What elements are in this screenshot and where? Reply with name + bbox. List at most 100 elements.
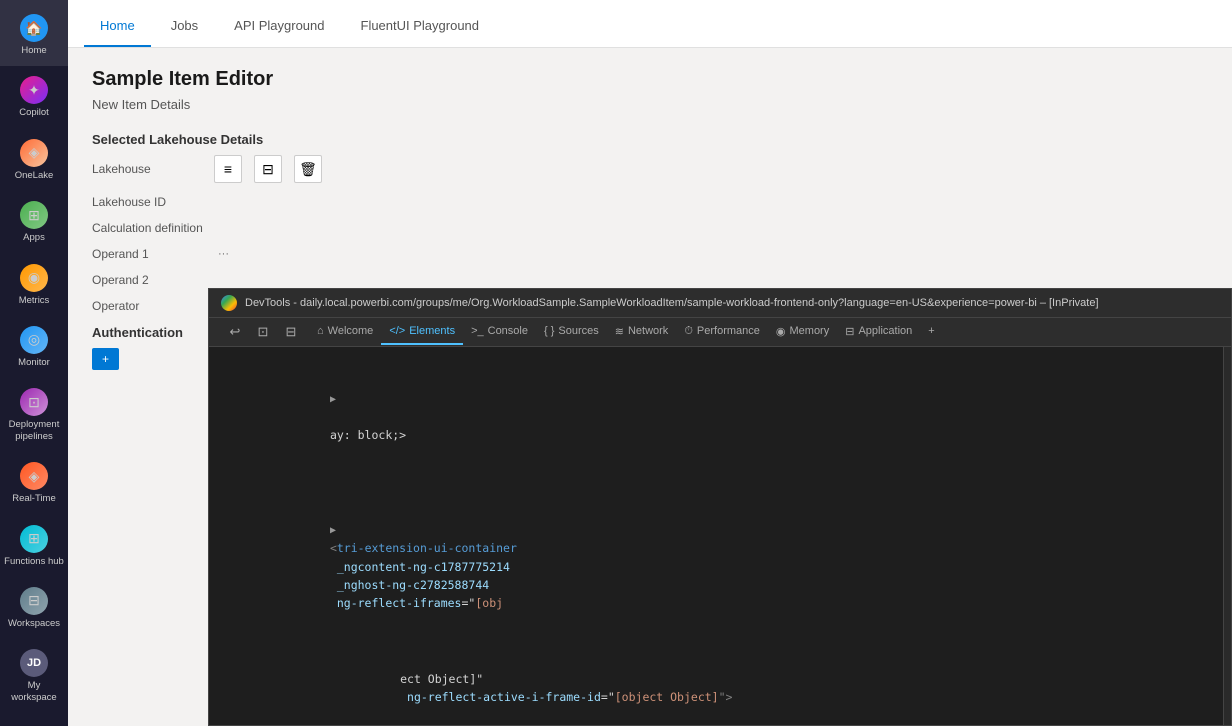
devtools-tab-performance[interactable]: ⏱ Performance bbox=[676, 319, 768, 346]
devtools-tabs-bar: ↩ ⊡ ⊟ ⌂ Welcome </> Elements >_ Console bbox=[209, 318, 1231, 347]
code-line-2: ▶ <tri-extension-ui-container _ngcontent… bbox=[209, 482, 1223, 650]
operand1-label: Operand 1 bbox=[92, 247, 202, 261]
lakehouse-id-row: Lakehouse ID bbox=[92, 195, 1208, 209]
lakehouse-label: Lakehouse bbox=[92, 162, 202, 176]
tab-api-playground[interactable]: API Playground bbox=[218, 6, 340, 47]
sidebar-item-realtime[interactable]: ◈ Real-Time bbox=[0, 452, 68, 514]
sidebar-item-deployment[interactable]: ⊡ Deployment pipelines bbox=[0, 378, 68, 452]
operand2-row: Operand 2 bbox=[92, 273, 1208, 287]
expand-arrow-1[interactable]: ▶ bbox=[330, 394, 336, 405]
sidebar-item-label-functions: Functions hub bbox=[4, 556, 64, 567]
sidebar-item-label-onelake: OneLake bbox=[15, 170, 54, 181]
elements-icon: </> bbox=[389, 325, 405, 337]
monitor-icon: ◎ bbox=[20, 326, 48, 354]
sidebar-item-label-deployment: Deployment pipelines bbox=[4, 419, 64, 442]
page-content: Sample Item Editor New Item Details Sele… bbox=[68, 48, 1232, 726]
lakehouse-icon-btn3[interactable]: 🗑 bbox=[294, 155, 322, 183]
devtools-inspect-btn[interactable]: ⊡ bbox=[251, 320, 275, 344]
onelake-icon: ◈ bbox=[20, 139, 48, 167]
sources-icon: { } bbox=[544, 325, 554, 337]
devtools-title: DevTools - daily.local.powerbi.com/group… bbox=[245, 297, 1219, 309]
more-icon: + bbox=[928, 325, 934, 337]
calculation-row: Calculation definition bbox=[92, 221, 1208, 235]
top-navigation: Home Jobs API Playground FluentUI Playgr… bbox=[68, 0, 1232, 48]
sidebar-item-label-apps: Apps bbox=[23, 232, 45, 243]
network-label: Network bbox=[628, 325, 668, 337]
apps-icon: ⊞ bbox=[20, 201, 48, 229]
sidebar-item-workspaces[interactable]: ⊟ Workspaces bbox=[0, 577, 68, 639]
metrics-icon: ◉ bbox=[20, 264, 48, 292]
sidebar-item-copilot[interactable]: ✦ Copilot bbox=[0, 66, 68, 128]
devtools-tab-sources[interactable]: { } Sources bbox=[536, 319, 607, 345]
sidebar-item-onelake[interactable]: ◈ OneLake bbox=[0, 129, 68, 191]
plus-icon: + bbox=[102, 352, 109, 366]
sidebar-item-label-realtime: Real-Time bbox=[12, 493, 55, 504]
copilot-icon: ✦ bbox=[20, 76, 48, 104]
devtools-titlebar: DevTools - daily.local.powerbi.com/group… bbox=[209, 289, 1231, 318]
sidebar-item-label-myworkspace: My workspace bbox=[4, 680, 64, 703]
lakehouse-icon-btn2[interactable]: ⊟ bbox=[254, 155, 282, 183]
operator-label: Operator bbox=[92, 299, 202, 313]
sidebar-item-label-workspaces: Workspaces bbox=[8, 618, 60, 629]
sidebar-item-label-metrics: Metrics bbox=[19, 295, 50, 306]
workspaces-icon: ⊟ bbox=[20, 587, 48, 615]
devtools-tab-console[interactable]: >_ Console bbox=[463, 319, 536, 345]
devtools-tab-network[interactable]: ≋ Network bbox=[607, 319, 677, 346]
sidebar-item-myworkspace[interactable]: JD My workspace bbox=[0, 639, 68, 713]
sidebar-item-label-monitor: Monitor bbox=[18, 357, 50, 368]
devtools-device-btn[interactable]: ⊟ bbox=[279, 320, 303, 344]
page-subtitle: New Item Details bbox=[92, 97, 1208, 112]
sidebar-item-label-home: Home bbox=[21, 45, 46, 56]
devtools-window: DevTools - daily.local.powerbi.com/group… bbox=[208, 288, 1232, 726]
memory-label: Memory bbox=[790, 325, 830, 337]
console-icon: >_ bbox=[471, 325, 484, 337]
application-icon: ⊟ bbox=[845, 325, 854, 338]
operand2-label: Operand 2 bbox=[92, 273, 202, 287]
welcome-label: Welcome bbox=[328, 325, 374, 337]
devtools-browser-icon bbox=[221, 295, 237, 311]
console-label: Console bbox=[488, 325, 528, 337]
devtools-tab-elements[interactable]: </> Elements bbox=[381, 319, 463, 345]
performance-label: Performance bbox=[697, 325, 760, 337]
tab-home[interactable]: Home bbox=[84, 6, 151, 47]
elements-label: Elements bbox=[409, 325, 455, 337]
devtools-tab-welcome[interactable]: ⌂ Welcome bbox=[309, 319, 381, 345]
sidebar-item-label-copilot: Copilot bbox=[19, 107, 49, 118]
devtools-main: ▶ ay: block;> ▶ <tri-extension-ui-contai… bbox=[209, 347, 1231, 725]
performance-icon: ⏱ bbox=[684, 325, 693, 338]
deployment-icon: ⊡ bbox=[20, 388, 48, 416]
tab-jobs[interactable]: Jobs bbox=[155, 6, 214, 47]
code-line-2b: ect Object]" ng-reflect-active-i-frame-i… bbox=[257, 650, 1223, 725]
sidebar-item-loading: ↻ Loading... bbox=[0, 713, 68, 726]
tab-fluentui-playground[interactable]: FluentUI Playground bbox=[345, 6, 496, 47]
section-selected-lakehouse: Selected Lakehouse Details bbox=[92, 132, 1208, 147]
realtime-icon: ◈ bbox=[20, 462, 48, 490]
devtools-scrollbar[interactable] bbox=[1223, 347, 1231, 725]
auth-button[interactable]: + bbox=[92, 348, 119, 370]
devtools-back-btn[interactable]: ↩ bbox=[223, 320, 247, 344]
welcome-icon: ⌂ bbox=[317, 325, 324, 337]
operand1-row: Operand 1 ··· bbox=[92, 247, 1208, 261]
devtools-code-panel[interactable]: ▶ ay: block;> ▶ <tri-extension-ui-contai… bbox=[209, 347, 1223, 725]
lakehouse-icon-btn1[interactable]: ≡ bbox=[214, 155, 242, 183]
sidebar-item-home[interactable]: 🏠 Home bbox=[0, 0, 68, 66]
sidebar-item-metrics[interactable]: ◉ Metrics bbox=[0, 254, 68, 316]
sidebar-item-monitor[interactable]: ◎ Monitor bbox=[0, 316, 68, 378]
devtools-tab-more[interactable]: + bbox=[920, 319, 942, 345]
lakehouse-id-label: Lakehouse ID bbox=[92, 195, 202, 209]
network-icon: ≋ bbox=[615, 325, 624, 338]
sidebar-item-functions[interactable]: ⊞ Functions hub bbox=[0, 515, 68, 577]
home-icon: 🏠 bbox=[20, 14, 48, 42]
devtools-tab-memory[interactable]: ◉ Memory bbox=[768, 319, 837, 346]
sources-label: Sources bbox=[558, 325, 598, 337]
application-label: Application bbox=[858, 325, 912, 337]
page-title: Sample Item Editor bbox=[92, 68, 1208, 91]
devtools-toolbar: ↩ ⊡ ⊟ bbox=[217, 318, 309, 346]
sidebar: 🏠 Home ✦ Copilot ◈ OneLake ⊞ Apps ◉ Metr… bbox=[0, 0, 68, 726]
memory-icon: ◉ bbox=[776, 325, 786, 338]
calculation-label: Calculation definition bbox=[92, 221, 203, 235]
sidebar-item-apps[interactable]: ⊞ Apps bbox=[0, 191, 68, 253]
devtools-tab-application[interactable]: ⊟ Application bbox=[837, 319, 920, 346]
expand-arrow-2[interactable]: ▶ bbox=[330, 525, 336, 536]
code-line-1: ▶ ay: block;> bbox=[209, 351, 1223, 482]
